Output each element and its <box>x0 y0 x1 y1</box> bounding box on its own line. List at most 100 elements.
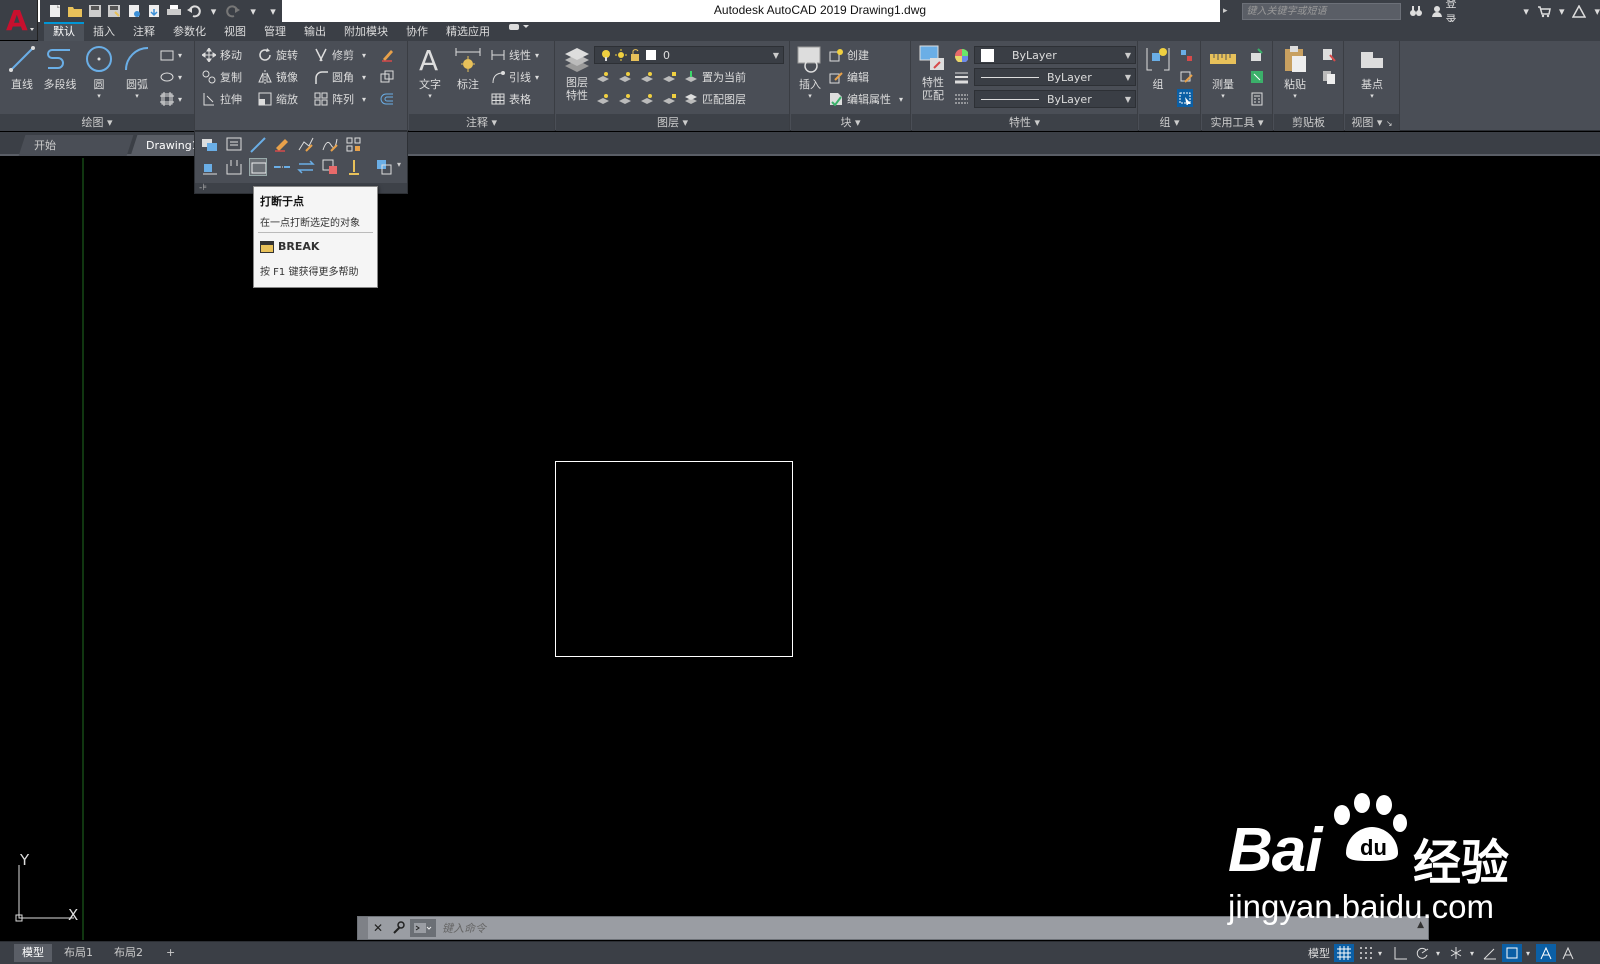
match-layer-button[interactable]: 匹配图层 <box>684 90 746 108</box>
properties-panel-title[interactable]: 特性 ▾ <box>912 114 1137 131</box>
cut-button[interactable] <box>1322 46 1336 64</box>
copy-button[interactable]: 复制 <box>202 68 242 86</box>
edit-attributes-button[interactable]: 编辑属性 ▾ <box>829 90 903 108</box>
polar-toggle[interactable] <box>1412 944 1432 962</box>
a360-dropdown-icon[interactable]: ▾ <box>1594 5 1600 18</box>
tab-output[interactable]: 输出 <box>295 22 335 41</box>
offset-button[interactable] <box>380 90 394 108</box>
application-menu-button[interactable]: A <box>0 0 38 40</box>
open-file-icon[interactable] <box>66 2 84 20</box>
tab-insert[interactable]: 插入 <box>84 22 124 41</box>
copy-nested-dropdown-icon[interactable]: ▾ <box>397 160 401 169</box>
base-view-button[interactable]: 基点 ▾ <box>1353 41 1391 100</box>
redo-icon[interactable] <box>224 2 242 20</box>
tab-home[interactable]: 默认 <box>44 22 84 41</box>
rotate-button[interactable]: 旋转 <box>258 46 298 64</box>
set-by-layer-icon[interactable] <box>321 158 339 176</box>
color-wheel-button[interactable] <box>954 46 968 64</box>
edit-block-button[interactable]: 编辑 <box>829 68 869 86</box>
arc-button[interactable]: 圆弧 ▾ <box>118 41 156 100</box>
isodraft-dropdown-icon[interactable]: ▾ <box>1466 944 1478 962</box>
circle-button[interactable]: 圆 ▾ <box>80 41 118 100</box>
new-file-icon[interactable] <box>46 2 64 20</box>
erase-button[interactable] <box>380 46 394 64</box>
text-dropdown-icon[interactable]: ▾ <box>411 92 449 100</box>
tab-manage[interactable]: 管理 <box>255 22 295 41</box>
plot-icon[interactable] <box>165 2 183 20</box>
pin-icon[interactable]: -⊧ <box>199 183 207 193</box>
tab-collaborate[interactable]: 协作 <box>397 22 437 41</box>
text-button[interactable]: A 文字 ▾ <box>411 41 449 100</box>
undo-dropdown-icon[interactable]: ▾ <box>205 2 223 20</box>
autodesk-a360-icon[interactable] <box>1572 4 1587 18</box>
recent-commands-button[interactable] <box>410 919 436 937</box>
set-current-button[interactable]: 置为当前 <box>684 68 746 86</box>
circle-dropdown-icon[interactable]: ▾ <box>80 92 118 100</box>
command-line-grip[interactable] <box>358 917 368 939</box>
groups-panel-title[interactable]: 组 ▾ <box>1139 114 1200 131</box>
fillet-button[interactable]: 圆角 ▾ <box>314 68 366 86</box>
linetype-dropdown[interactable]: ByLayer ▼ <box>974 90 1136 108</box>
layer-properties-button[interactable]: 图层 特性 <box>558 41 596 102</box>
edit-polyline-icon[interactable] <box>297 136 315 154</box>
copy-clip-button[interactable] <box>1322 68 1336 86</box>
id-point-button[interactable] <box>1250 46 1264 64</box>
change-space-icon[interactable] <box>345 158 363 176</box>
lineweight-icon-button[interactable] <box>954 68 968 86</box>
cart-dropdown-icon[interactable]: ▾ <box>1559 5 1565 18</box>
isodraft-toggle[interactable] <box>1446 944 1466 962</box>
undo-icon[interactable] <box>185 2 203 20</box>
command-input[interactable]: 键入命令 <box>442 920 486 936</box>
ellipse-button[interactable]: ▾ <box>160 68 182 86</box>
trim-button[interactable]: 修剪 ▾ <box>314 46 366 64</box>
view-panel-title[interactable]: 视图 ▾ ↘ <box>1345 114 1399 131</box>
stretch-button[interactable]: 拉伸 <box>202 90 242 108</box>
object-snap-toggle[interactable] <box>1502 944 1522 962</box>
base-dropdown-icon[interactable]: ▾ <box>1353 92 1391 100</box>
insert-block-button[interactable]: 插入 ▾ <box>791 41 829 100</box>
snap-dropdown-icon[interactable]: ▾ <box>1374 944 1386 962</box>
table-button[interactable]: 表格 <box>491 90 531 108</box>
search-input[interactable]: 键入关键字或短语 <box>1241 2 1401 20</box>
lineweight-dropdown[interactable]: ByLayer ▼ <box>974 68 1136 86</box>
object-snap-dropdown-icon[interactable]: ▾ <box>1522 944 1534 962</box>
group-select-toggle[interactable] <box>1177 89 1193 107</box>
paste-button[interactable]: 粘贴 ▾ <box>1276 41 1314 100</box>
annotation-visibility-toggle[interactable] <box>1536 944 1556 962</box>
drawn-rectangle[interactable] <box>555 461 793 657</box>
create-block-button[interactable]: 创建 <box>829 46 869 64</box>
layout2-tab[interactable]: 布局2 <box>106 944 151 962</box>
annotation-panel-title[interactable]: 注释 ▾ <box>409 114 554 131</box>
draw-order-icon[interactable] <box>201 136 219 154</box>
measure-button[interactable]: 测量 ▾ <box>1204 41 1242 100</box>
customize-wrench-icon[interactable] <box>388 917 408 939</box>
draw-panel-title[interactable]: 绘图 ▾ <box>0 114 194 131</box>
sign-in-dropdown-icon[interactable]: ▾ <box>1523 5 1529 18</box>
color-dropdown[interactable]: ByLayer ▼ <box>974 46 1136 64</box>
line-button[interactable]: 直线 <box>3 41 41 92</box>
utilities-panel-title[interactable]: 实用工具 ▾ <box>1202 114 1272 131</box>
grid-toggle[interactable] <box>1334 944 1354 962</box>
explode-button[interactable] <box>380 68 394 86</box>
tab-annotate[interactable]: 注释 <box>124 22 164 41</box>
save-icon[interactable] <box>86 2 104 20</box>
save-as-icon[interactable] <box>105 2 123 20</box>
open-web-icon[interactable] <box>125 2 143 20</box>
cart-icon[interactable] <box>1537 5 1551 18</box>
lengthen-icon[interactable] <box>249 136 267 154</box>
calculator-button[interactable] <box>1250 90 1264 108</box>
add-layout-button[interactable]: + <box>158 944 183 962</box>
snap-toggle[interactable] <box>1356 944 1376 962</box>
layer-tool-icons[interactable] <box>596 70 684 84</box>
tab-parametric[interactable]: 参数化 <box>164 22 215 41</box>
ortho-toggle[interactable] <box>1390 944 1410 962</box>
tab-featured-apps[interactable]: 精选应用 <box>437 22 499 41</box>
quick-select-button[interactable] <box>1250 68 1264 86</box>
move-button[interactable]: 移动 <box>202 46 242 64</box>
measure-dropdown-icon[interactable]: ▾ <box>1204 92 1242 100</box>
insert-dropdown-icon[interactable]: ▾ <box>791 92 829 100</box>
reverse-icon[interactable] <box>297 158 315 176</box>
edit-array-icon[interactable] <box>345 136 363 154</box>
array-button[interactable]: 阵列 ▾ <box>314 90 366 108</box>
ribbon-display-toggle[interactable] <box>499 22 539 41</box>
